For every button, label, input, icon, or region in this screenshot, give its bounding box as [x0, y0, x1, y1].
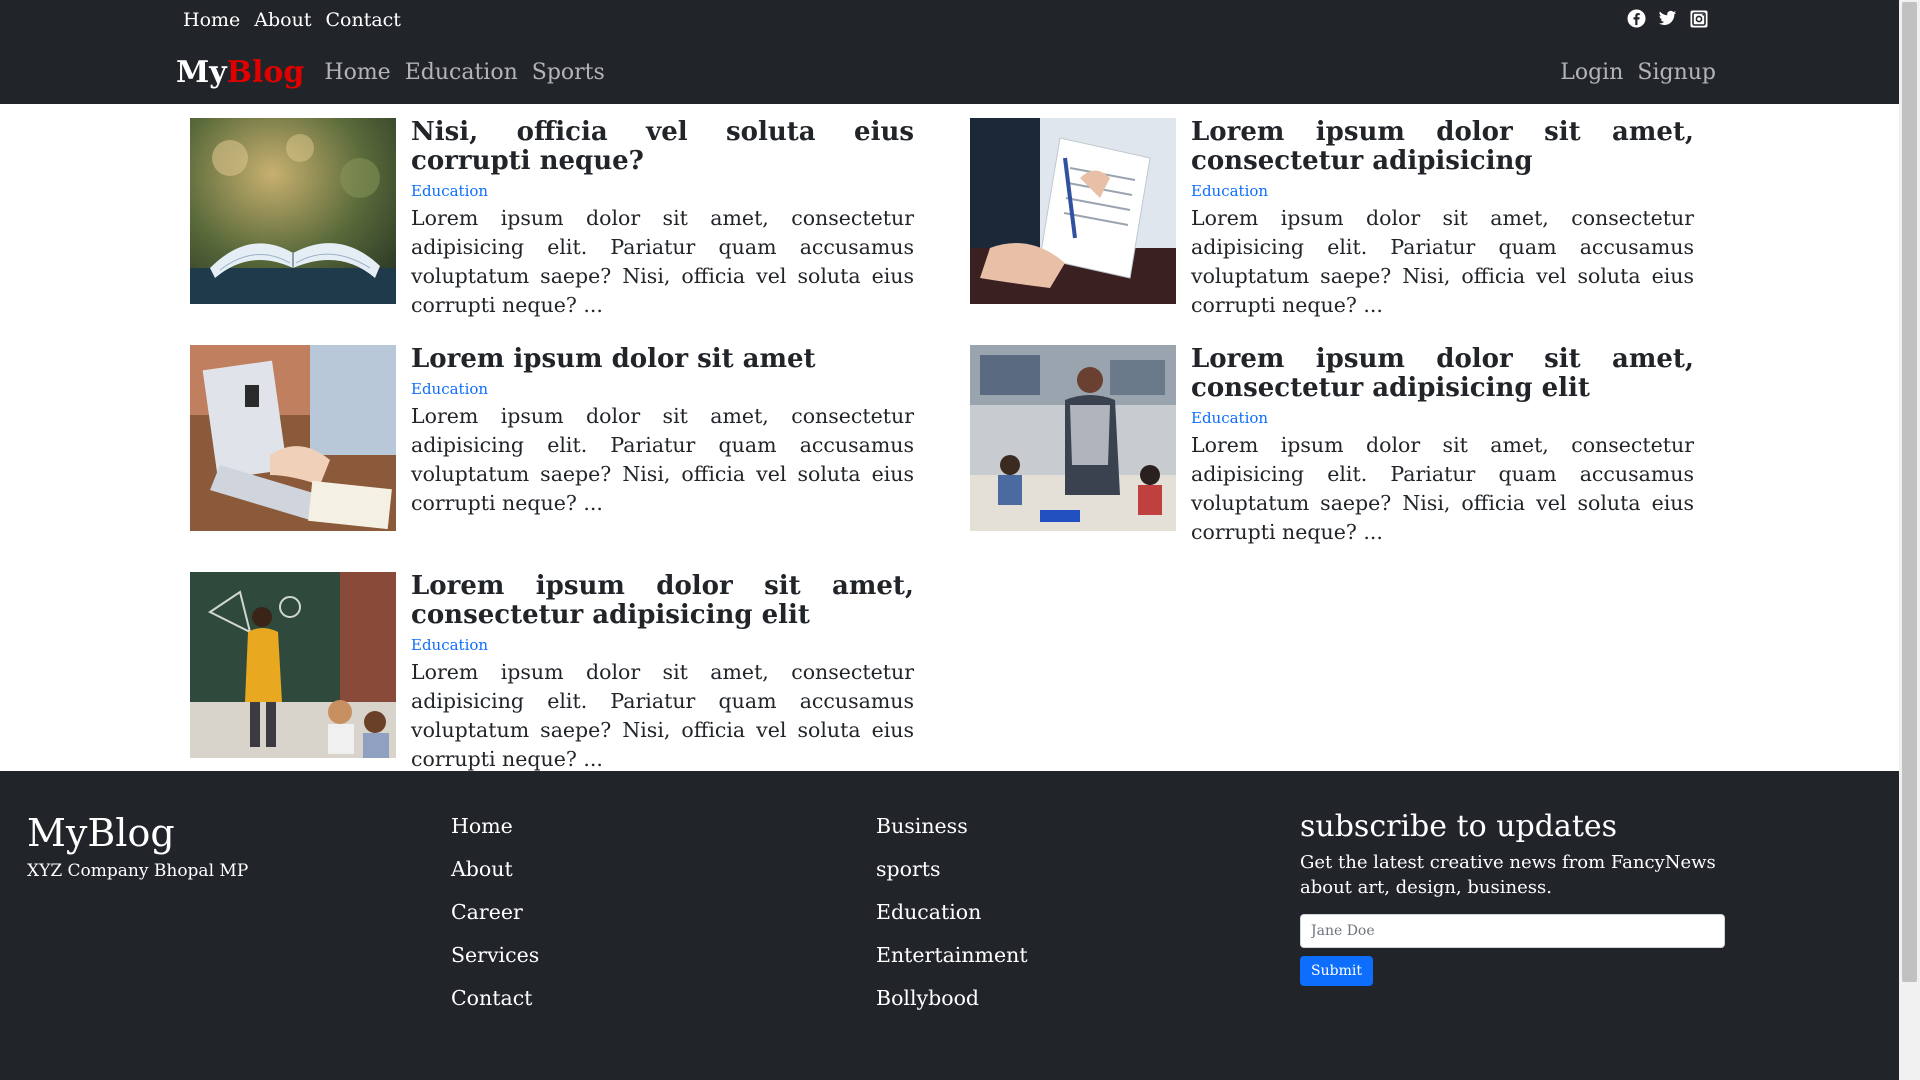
- subscribe-text: Get the latest creative news from FancyN…: [1300, 852, 1716, 898]
- post-title[interactable]: Lorem ipsum dolor sit amet: [411, 345, 914, 374]
- instagram-icon[interactable]: [1689, 9, 1708, 28]
- post-category[interactable]: Education: [1191, 182, 1694, 200]
- auth-links: Login Signup: [1560, 60, 1716, 85]
- footer-link-about[interactable]: About: [451, 856, 539, 882]
- footer-link-entertainment[interactable]: Entertainment: [876, 942, 1028, 968]
- nav-link-sports[interactable]: Sports: [532, 60, 605, 85]
- post-excerpt: Lorem ipsum dolor sit amet, consectetur …: [411, 206, 914, 317]
- footer-address: XYZ Company Bhopal MP: [27, 861, 249, 881]
- post-excerpt: Lorem ipsum dolor sit amet, consectetur …: [1191, 206, 1694, 317]
- footer-link-services[interactable]: Services: [451, 942, 539, 968]
- post-excerpt: Lorem ipsum dolor sit amet, consectetur …: [411, 404, 914, 515]
- post-body: Lorem ipsum dolor sit amet, consectetur …: [411, 572, 914, 774]
- footer-brand: MyBlog XYZ Company Bhopal MP: [27, 811, 248, 881]
- post-card: Lorem ipsum dolor sit amet, consectetur …: [970, 345, 1694, 544]
- nav-link-home[interactable]: Home: [324, 60, 390, 85]
- nav-links: Home Education Sports: [324, 60, 604, 85]
- footer-brand-name: MyBlog: [27, 811, 175, 855]
- footer-link-career[interactable]: Career: [451, 899, 539, 925]
- post-excerpt: Lorem ipsum dolor sit amet, consectetur …: [1191, 433, 1694, 544]
- post-card: Nisi, officia vel soluta eius corrupti n…: [190, 118, 914, 317]
- site-header: Home About Contact MyBlog Home Education…: [0, 0, 1899, 104]
- post-category[interactable]: Education: [1191, 409, 1694, 427]
- post-thumbnail-signing-document[interactable]: [970, 118, 1176, 304]
- main-navbar: MyBlog Home Education Sports Login Signu…: [176, 50, 1716, 94]
- post-category[interactable]: Education: [411, 380, 914, 398]
- login-link[interactable]: Login: [1560, 60, 1623, 85]
- signup-link[interactable]: Signup: [1637, 60, 1716, 85]
- post-title[interactable]: Lorem ipsum dolor sit amet, consectetur …: [1191, 118, 1694, 176]
- post-title[interactable]: Lorem ipsum dolor sit amet, consectetur …: [1191, 345, 1694, 403]
- footer-links-col-2: Business sports Education Entertainment …: [876, 813, 1028, 1011]
- footer-link-contact[interactable]: Contact: [451, 985, 539, 1011]
- subscribe-heading: subscribe to updates: [1300, 809, 1618, 844]
- post-body: Lorem ipsum dolor sit amet, consectetur …: [1191, 345, 1694, 547]
- post-title[interactable]: Lorem ipsum dolor sit amet, consectetur …: [411, 572, 914, 630]
- post-card: Lorem ipsum dolor sit amet, consectetur …: [190, 572, 914, 771]
- top-links: Home About Contact: [183, 6, 401, 34]
- top-link-home[interactable]: Home: [183, 9, 240, 31]
- submit-button[interactable]: Submit: [1300, 956, 1373, 986]
- post-thumbnail-open-book[interactable]: [190, 118, 396, 304]
- facebook-icon[interactable]: [1627, 9, 1646, 28]
- site-footer: MyBlog XYZ Company Bhopal MP Home About …: [0, 771, 1899, 1080]
- footer-link-sports[interactable]: sports: [876, 856, 1028, 882]
- social-links: [1627, 9, 1708, 28]
- twitter-icon[interactable]: [1658, 9, 1677, 28]
- subscribe-name-input[interactable]: [1300, 914, 1725, 948]
- post-category[interactable]: Education: [411, 182, 914, 200]
- post-title[interactable]: Nisi, officia vel soluta eius corrupti n…: [411, 118, 914, 176]
- post-thumbnail-classroom-teacher[interactable]: [970, 345, 1176, 531]
- footer-links-col-1: Home About Career Services Contact: [451, 813, 539, 1011]
- post-body: Lorem ipsum dolor sit amet, consectetur …: [1191, 118, 1694, 320]
- top-link-about[interactable]: About: [254, 9, 311, 31]
- brand-logo[interactable]: MyBlog: [176, 55, 304, 90]
- post-thumbnail-teacher-chalkboard[interactable]: [190, 572, 396, 758]
- subscribe-panel: subscribe to updates Get the latest crea…: [1300, 809, 1725, 986]
- top-link-contact[interactable]: Contact: [325, 9, 400, 31]
- post-card: Lorem ipsum dolor sit amet, consectetur …: [970, 118, 1694, 317]
- scrollbar-thumb[interactable]: [1902, 2, 1917, 982]
- post-body: Lorem ipsum dolor sit amet Education Lor…: [411, 345, 914, 518]
- post-excerpt: Lorem ipsum dolor sit amet, consectetur …: [411, 660, 914, 771]
- post-category[interactable]: Education: [411, 636, 914, 654]
- brand-blog: Blog: [226, 54, 305, 90]
- footer-link-business[interactable]: Business: [876, 813, 1028, 839]
- nav-link-education[interactable]: Education: [405, 60, 518, 85]
- page-scrollbar[interactable]: [1899, 0, 1920, 1080]
- post-body: Nisi, officia vel soluta eius corrupti n…: [411, 118, 914, 320]
- footer-link-bollybood[interactable]: Bollybood: [876, 985, 1028, 1011]
- footer-link-home[interactable]: Home: [451, 813, 539, 839]
- brand-my: My: [176, 54, 227, 90]
- footer-link-education[interactable]: Education: [876, 899, 1028, 925]
- post-thumbnail-laptop-study[interactable]: [190, 345, 396, 531]
- post-card: Lorem ipsum dolor sit amet Education Lor…: [190, 345, 914, 531]
